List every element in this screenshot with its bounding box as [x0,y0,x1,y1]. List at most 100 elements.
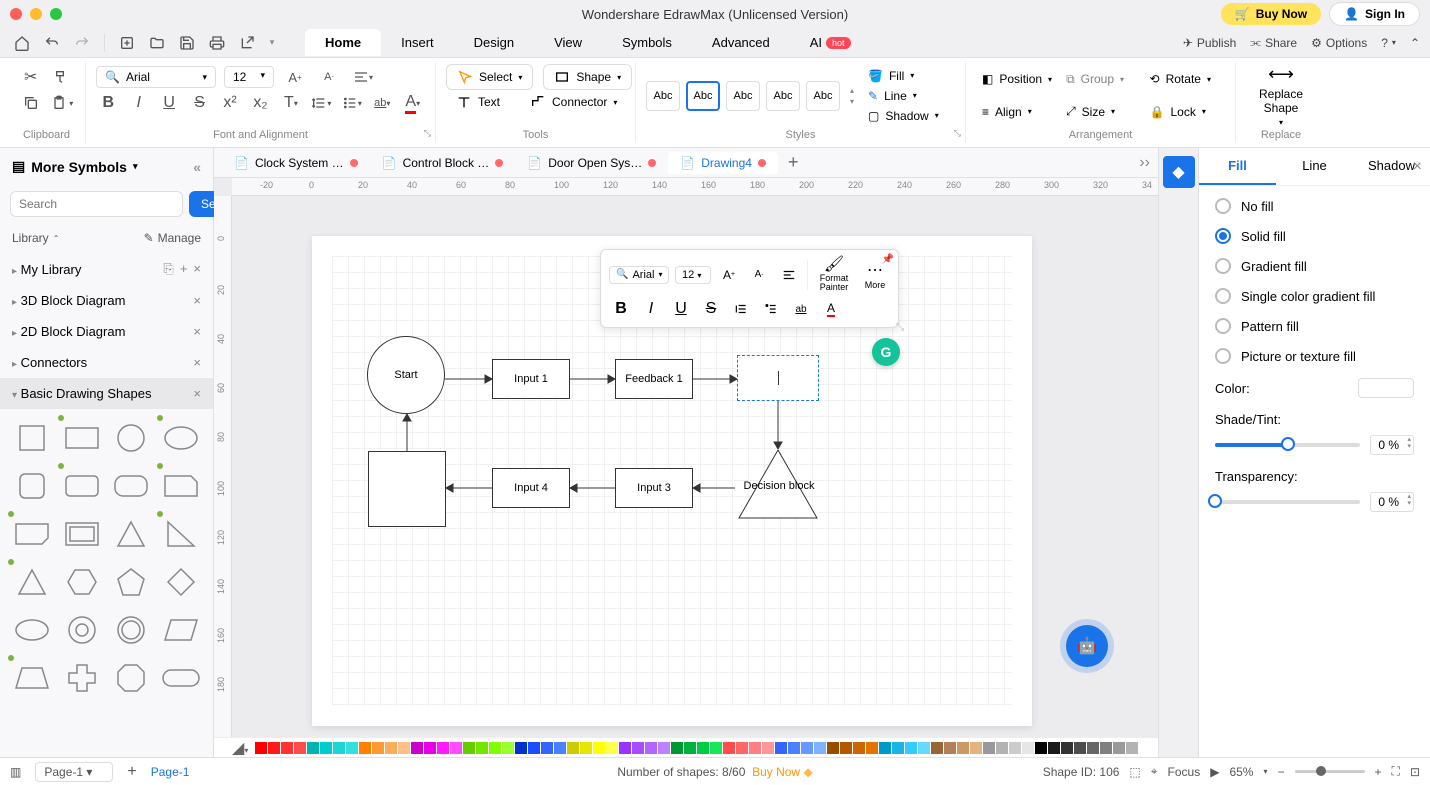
buy-now-button[interactable]: 🛒 Buy Now [1221,3,1321,25]
color-swatch[interactable] [931,742,943,754]
color-swatch[interactable] [502,742,514,754]
color-swatch[interactable] [255,742,267,754]
superscript-icon[interactable]: x² [218,90,242,116]
shape-blank-rect[interactable] [368,451,446,527]
color-swatch[interactable] [944,742,956,754]
shape-square[interactable] [10,417,54,459]
fill-dropdown[interactable]: 🪣Fill▾ [864,67,943,85]
library-dropdown[interactable]: Library ⌃ [12,231,59,245]
close-panel-icon[interactable]: × [1413,158,1422,176]
mini-bold-icon[interactable]: B [609,297,633,321]
style-preset-1[interactable]: Abc [646,81,680,111]
color-swatch[interactable] [307,742,319,754]
color-swatch[interactable] [723,742,735,754]
color-swatch[interactable] [580,742,592,754]
color-swatch[interactable] [827,742,839,754]
color-swatch[interactable] [1113,742,1125,754]
options-button[interactable]: ⚙Options [1311,36,1367,50]
color-swatch[interactable] [814,742,826,754]
color-swatch[interactable] [333,742,345,754]
shape-donut[interactable] [60,609,104,651]
color-swatch[interactable] [567,742,579,754]
color-swatch[interactable] [775,742,787,754]
color-swatch[interactable] [671,742,683,754]
shape-parallelogram[interactable] [159,609,203,651]
mini-line-spacing-icon[interactable] [729,297,753,321]
color-swatch[interactable] [593,742,605,754]
mini-strike-icon[interactable]: S [699,297,723,321]
shape-rounded-square[interactable] [10,465,54,507]
maximize-window[interactable] [50,8,62,20]
zoom-out-button[interactable]: − [1278,765,1285,779]
color-swatch[interactable] [632,742,644,754]
add-page-button[interactable]: + [127,763,136,781]
zoom-slider[interactable] [1295,770,1365,773]
style-preset-2[interactable]: Abc [686,81,720,111]
color-picker[interactable] [1358,378,1414,398]
color-swatch[interactable] [1048,742,1060,754]
style-gallery-more[interactable]: ▴▾ [850,86,854,106]
shape-triangle[interactable] [110,513,154,555]
tabs-overflow-icon[interactable]: ›› [1139,154,1150,172]
tab-design[interactable]: Design [454,29,534,56]
fill-option-pattern[interactable]: Pattern fill [1215,318,1414,334]
shade-slider[interactable] [1215,443,1360,447]
copy-icon[interactable] [18,90,44,116]
color-swatch[interactable] [996,742,1008,754]
color-swatch[interactable] [1022,742,1034,754]
color-swatch[interactable] [658,742,670,754]
shape-pentagon[interactable] [110,561,154,603]
tab-advanced[interactable]: Advanced [692,29,790,56]
close-icon[interactable]: × [193,386,201,401]
color-swatch[interactable] [762,742,774,754]
print-icon[interactable] [205,31,229,55]
sign-in-button[interactable]: 👤 Sign In [1329,2,1420,26]
fill-option-picture[interactable]: Picture or texture fill [1215,348,1414,364]
sidebar-cat-basic[interactable]: ▾ Basic Drawing Shapes × [0,378,213,409]
close-icon[interactable]: × [193,324,201,339]
color-swatch[interactable] [346,742,358,754]
minimize-window[interactable] [30,8,42,20]
mini-italic-icon[interactable]: I [639,297,663,321]
mini-format-painter[interactable]: 🖌Format Painter [814,256,854,293]
shape-ellipse[interactable] [159,417,203,459]
tab-ai[interactable]: AI hot [790,29,871,56]
style-preset-3[interactable]: Abc [726,81,760,111]
text-tool[interactable]: Text [446,90,510,114]
subscript-icon[interactable]: x₂ [248,90,272,116]
mini-align-icon[interactable] [777,263,801,287]
color-swatch[interactable] [853,742,865,754]
new-tab-button[interactable]: + [778,148,809,177]
transparency-slider[interactable] [1215,500,1360,504]
home-icon[interactable] [10,31,34,55]
save-icon[interactable] [175,31,199,55]
color-swatch[interactable] [801,742,813,754]
color-swatch[interactable] [411,742,423,754]
color-swatch[interactable] [268,742,280,754]
color-swatch[interactable] [489,742,501,754]
color-swatch[interactable] [515,742,527,754]
shape-rounded-rect2[interactable] [110,465,154,507]
add-icon[interactable]: + [180,261,188,277]
shape-diamond[interactable] [159,561,203,603]
shape-selected-editing[interactable] [737,355,819,401]
color-swatch[interactable] [1061,742,1073,754]
tab-view[interactable]: View [534,29,602,56]
publish-button[interactable]: ✈Publish [1183,36,1236,50]
font-color-icon[interactable]: A▾ [401,90,425,116]
redo-icon[interactable] [70,31,94,55]
close-icon[interactable]: × [193,261,201,277]
tab-symbols[interactable]: Symbols [602,29,692,56]
replace-shape-label[interactable]: Replace Shape [1259,87,1303,116]
shape-cross[interactable] [60,657,104,699]
replace-shape-icon[interactable]: ⟷ [1268,64,1294,85]
color-swatch[interactable] [476,742,488,754]
format-panel-icon[interactable]: ◆ [1163,156,1195,188]
symbol-search-input[interactable] [10,191,183,217]
color-swatch[interactable] [450,742,462,754]
import-icon[interactable]: ⎘ [163,261,173,277]
color-swatch[interactable] [619,742,631,754]
close-icon[interactable]: × [193,293,201,308]
color-swatch[interactable] [528,742,540,754]
color-swatch[interactable] [866,742,878,754]
